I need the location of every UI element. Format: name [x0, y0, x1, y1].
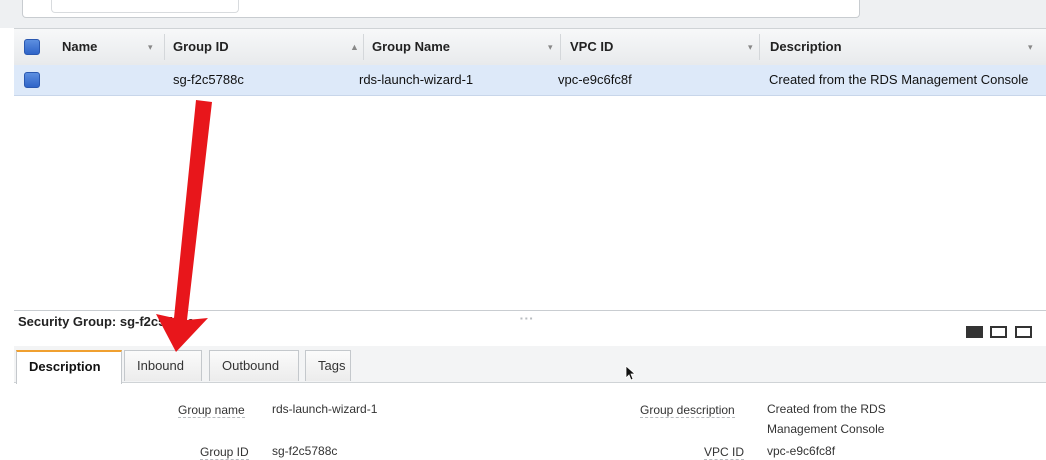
red-arrow-icon: [156, 100, 212, 352]
mouse-pointer-icon: [625, 365, 637, 381]
